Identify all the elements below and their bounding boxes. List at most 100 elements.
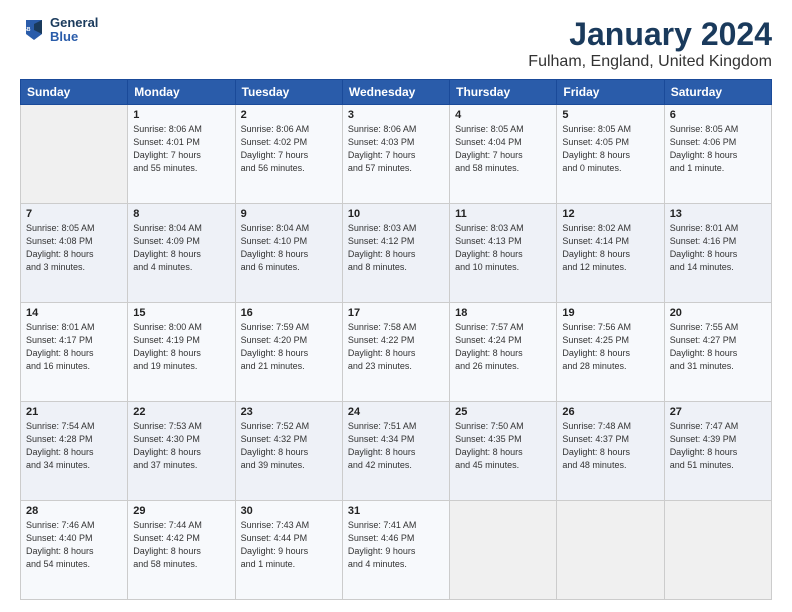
day-number: 27 bbox=[670, 406, 766, 418]
day-number: 2 bbox=[241, 109, 337, 121]
calendar-cell: 17 Sunrise: 7:58 AMSunset: 4:22 PMDayligh… bbox=[342, 303, 449, 402]
calendar-cell: 11Sunrise: 8:03 AMSunset: 4:13 PMDayligh… bbox=[450, 204, 557, 303]
day-info: Sunrise: 7:43 AMSunset: 4:44 PMDaylight:… bbox=[241, 519, 337, 571]
day-info: Sunrise: 8:05 AMSunset: 4:08 PMDaylight:… bbox=[26, 222, 122, 274]
day-number: 25 bbox=[455, 406, 551, 418]
calendar-cell: 2 Sunrise: 8:06 AMSunset: 4:02 PMDaylight… bbox=[235, 105, 342, 204]
calendar-cell: 23 Sunrise: 7:52 AMSunset: 4:32 PMDayligh… bbox=[235, 402, 342, 501]
day-info: Sunrise: 8:04 AMSunset: 4:10 PMDaylight:… bbox=[241, 222, 337, 274]
calendar-cell: 22 Sunrise: 7:53 AMSunset: 4:30 PMDayligh… bbox=[128, 402, 235, 501]
day-number: 1 bbox=[133, 109, 229, 121]
calendar-cell: 31 Sunrise: 7:41 AMSunset: 4:46 PMDayligh… bbox=[342, 501, 449, 600]
day-number: 7 bbox=[26, 208, 122, 220]
day-info: Sunrise: 7:44 AMSunset: 4:42 PMDaylight:… bbox=[133, 519, 229, 571]
calendar-cell: 7 Sunrise: 8:05 AMSunset: 4:08 PMDaylight… bbox=[21, 204, 128, 303]
calendar-cell bbox=[557, 501, 664, 600]
day-number: 12 bbox=[562, 208, 658, 220]
day-info: Sunrise: 8:02 AMSunset: 4:14 PMDaylight:… bbox=[562, 222, 658, 274]
calendar-cell: 27 Sunrise: 7:47 AMSunset: 4:39 PMDayligh… bbox=[664, 402, 771, 501]
weekday-header-saturday: Saturday bbox=[664, 80, 771, 105]
calendar-cell: 4 Sunrise: 8:05 AMSunset: 4:04 PMDaylight… bbox=[450, 105, 557, 204]
weekday-header-monday: Monday bbox=[128, 80, 235, 105]
day-number: 28 bbox=[26, 505, 122, 517]
day-info: Sunrise: 7:46 AMSunset: 4:40 PMDaylight:… bbox=[26, 519, 122, 571]
calendar: SundayMondayTuesdayWednesdayThursdayFrid… bbox=[20, 79, 772, 600]
day-info: Sunrise: 8:05 AMSunset: 4:06 PMDaylight:… bbox=[670, 123, 766, 175]
calendar-cell bbox=[450, 501, 557, 600]
day-info: Sunrise: 8:01 AMSunset: 4:16 PMDaylight:… bbox=[670, 222, 766, 274]
day-number: 23 bbox=[241, 406, 337, 418]
calendar-cell: 3 Sunrise: 8:06 AMSunset: 4:03 PMDaylight… bbox=[342, 105, 449, 204]
day-info: Sunrise: 7:54 AMSunset: 4:28 PMDaylight:… bbox=[26, 420, 122, 472]
day-number: 16 bbox=[241, 307, 337, 319]
day-info: Sunrise: 7:48 AMSunset: 4:37 PMDaylight:… bbox=[562, 420, 658, 472]
calendar-cell bbox=[21, 105, 128, 204]
day-info: Sunrise: 8:05 AMSunset: 4:04 PMDaylight:… bbox=[455, 123, 551, 175]
day-number: 10 bbox=[348, 208, 444, 220]
day-number: 30 bbox=[241, 505, 337, 517]
day-info: Sunrise: 8:06 AMSunset: 4:03 PMDaylight:… bbox=[348, 123, 444, 175]
day-info: Sunrise: 8:06 AMSunset: 4:02 PMDaylight:… bbox=[241, 123, 337, 175]
day-number: 24 bbox=[348, 406, 444, 418]
calendar-cell: 28 Sunrise: 7:46 AMSunset: 4:40 PMDayligh… bbox=[21, 501, 128, 600]
weekday-header-wednesday: Wednesday bbox=[342, 80, 449, 105]
day-info: Sunrise: 8:01 AMSunset: 4:17 PMDaylight:… bbox=[26, 321, 122, 373]
day-number: 19 bbox=[562, 307, 658, 319]
weekday-header-sunday: Sunday bbox=[21, 80, 128, 105]
calendar-cell: 13 Sunrise: 8:01 AMSunset: 4:16 PMDayligh… bbox=[664, 204, 771, 303]
weekday-header-tuesday: Tuesday bbox=[235, 80, 342, 105]
day-info: Sunrise: 7:56 AMSunset: 4:25 PMDaylight:… bbox=[562, 321, 658, 373]
day-number: 29 bbox=[133, 505, 229, 517]
logo-line1: General bbox=[50, 16, 98, 30]
day-number: 9 bbox=[241, 208, 337, 220]
day-number: 5 bbox=[562, 109, 658, 121]
day-number: 22 bbox=[133, 406, 229, 418]
location-title: Fulham, England, United Kingdom bbox=[528, 53, 772, 71]
calendar-cell: 15Sunrise: 8:00 AMSunset: 4:19 PMDayligh… bbox=[128, 303, 235, 402]
day-info: Sunrise: 7:57 AMSunset: 4:24 PMDaylight:… bbox=[455, 321, 551, 373]
day-info: Sunrise: 7:53 AMSunset: 4:30 PMDaylight:… bbox=[133, 420, 229, 472]
svg-text:GB: GB bbox=[23, 27, 31, 33]
day-info: Sunrise: 7:58 AMSunset: 4:22 PMDaylight:… bbox=[348, 321, 444, 373]
calendar-cell: 29 Sunrise: 7:44 AMSunset: 4:42 PMDayligh… bbox=[128, 501, 235, 600]
calendar-cell: 20 Sunrise: 7:55 AMSunset: 4:27 PMDayligh… bbox=[664, 303, 771, 402]
calendar-cell: 30 Sunrise: 7:43 AMSunset: 4:44 PMDayligh… bbox=[235, 501, 342, 600]
day-number: 14 bbox=[26, 307, 122, 319]
calendar-cell: 14 Sunrise: 8:01 AMSunset: 4:17 PMDayligh… bbox=[21, 303, 128, 402]
weekday-header-thursday: Thursday bbox=[450, 80, 557, 105]
day-number: 13 bbox=[670, 208, 766, 220]
day-number: 26 bbox=[562, 406, 658, 418]
day-info: Sunrise: 8:00 AMSunset: 4:19 PMDaylight:… bbox=[133, 321, 229, 373]
day-number: 31 bbox=[348, 505, 444, 517]
calendar-cell: 26 Sunrise: 7:48 AMSunset: 4:37 PMDayligh… bbox=[557, 402, 664, 501]
day-number: 4 bbox=[455, 109, 551, 121]
day-info: Sunrise: 7:55 AMSunset: 4:27 PMDaylight:… bbox=[670, 321, 766, 373]
calendar-cell: 24Sunrise: 7:51 AMSunset: 4:34 PMDayligh… bbox=[342, 402, 449, 501]
calendar-cell: 1Sunrise: 8:06 AMSunset: 4:01 PMDaylight… bbox=[128, 105, 235, 204]
calendar-cell: 18Sunrise: 7:57 AMSunset: 4:24 PMDayligh… bbox=[450, 303, 557, 402]
day-number: 3 bbox=[348, 109, 444, 121]
day-info: Sunrise: 7:52 AMSunset: 4:32 PMDaylight:… bbox=[241, 420, 337, 472]
day-info: Sunrise: 8:04 AMSunset: 4:09 PMDaylight:… bbox=[133, 222, 229, 274]
calendar-cell: 10 Sunrise: 8:03 AMSunset: 4:12 PMDayligh… bbox=[342, 204, 449, 303]
month-title: January 2024 bbox=[528, 16, 772, 53]
day-number: 8 bbox=[133, 208, 229, 220]
calendar-cell: 21Sunrise: 7:54 AMSunset: 4:28 PMDayligh… bbox=[21, 402, 128, 501]
day-info: Sunrise: 8:05 AMSunset: 4:05 PMDaylight:… bbox=[562, 123, 658, 175]
calendar-cell: 5 Sunrise: 8:05 AMSunset: 4:05 PMDaylight… bbox=[557, 105, 664, 204]
title-block: January 2024 Fulham, England, United Kin… bbox=[528, 16, 772, 71]
calendar-cell bbox=[664, 501, 771, 600]
calendar-cell: 16 Sunrise: 7:59 AMSunset: 4:20 PMDayligh… bbox=[235, 303, 342, 402]
weekday-header-friday: Friday bbox=[557, 80, 664, 105]
day-number: 20 bbox=[670, 307, 766, 319]
day-info: Sunrise: 8:03 AMSunset: 4:12 PMDaylight:… bbox=[348, 222, 444, 274]
day-info: Sunrise: 7:59 AMSunset: 4:20 PMDaylight:… bbox=[241, 321, 337, 373]
day-number: 6 bbox=[670, 109, 766, 121]
day-number: 17 bbox=[348, 307, 444, 319]
calendar-cell: 8 Sunrise: 8:04 AMSunset: 4:09 PMDaylight… bbox=[128, 204, 235, 303]
calendar-cell: 12 Sunrise: 8:02 AMSunset: 4:14 PMDayligh… bbox=[557, 204, 664, 303]
day-info: Sunrise: 7:47 AMSunset: 4:39 PMDaylight:… bbox=[670, 420, 766, 472]
day-number: 11 bbox=[455, 208, 551, 220]
calendar-cell: 25Sunrise: 7:50 AMSunset: 4:35 PMDayligh… bbox=[450, 402, 557, 501]
day-info: Sunrise: 7:41 AMSunset: 4:46 PMDaylight:… bbox=[348, 519, 444, 571]
